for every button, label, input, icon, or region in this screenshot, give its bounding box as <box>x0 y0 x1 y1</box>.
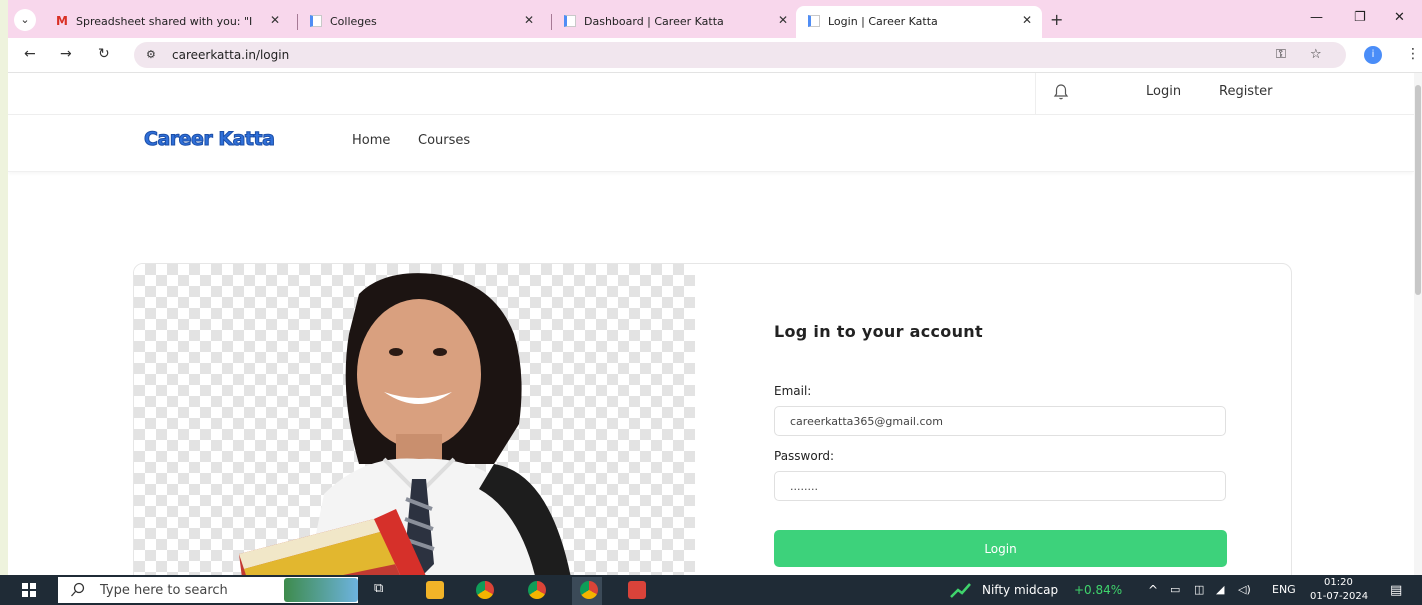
url-text: careerkatta.in/login <box>172 48 290 62</box>
nav-courses-link[interactable]: Courses <box>418 133 470 148</box>
email-field[interactable] <box>774 406 1226 436</box>
key-icon[interactable]: ⚿ <box>1276 47 1286 62</box>
tab-title: Spreadsheet shared with you: "I <box>76 15 252 28</box>
site-settings-icon[interactable]: ⚙ <box>146 48 156 61</box>
chevron-up-icon[interactable]: ^ <box>1148 583 1158 597</box>
back-icon[interactable]: ← <box>24 46 36 62</box>
bookmark-star-icon[interactable]: ☆ <box>1310 47 1322 62</box>
scrollbar-thumb[interactable] <box>1415 85 1421 295</box>
ticker-name[interactable]: Nifty midcap <box>982 583 1058 597</box>
tab-title: Login | Career Katta <box>828 15 938 28</box>
top-register-link[interactable]: Register <box>1219 84 1273 99</box>
device-icon[interactable]: ◫ <box>1194 583 1204 596</box>
tab-title: Dashboard | Career Katta <box>584 15 724 28</box>
page-icon <box>564 15 576 27</box>
chrome-icon[interactable] <box>580 581 598 599</box>
task-view-icon[interactable]: ⧉ <box>374 581 392 599</box>
search-icon <box>71 582 85 597</box>
tab-login[interactable]: Login | Career Katta ✕ <box>796 6 1042 38</box>
windows-start-icon[interactable] <box>22 583 36 597</box>
tab-dashboard[interactable]: Dashboard | Career Katta ✕ <box>552 6 798 38</box>
page-icon <box>310 15 322 27</box>
tab-close-icon[interactable]: ✕ <box>524 13 534 27</box>
restore-icon[interactable]: ❐ <box>1354 10 1366 25</box>
clock-time[interactable]: 01:20 <box>1324 577 1353 588</box>
bell-icon[interactable] <box>1053 83 1069 101</box>
browser-window: ⌄ M Spreadsheet shared with you: "I ✕ Co… <box>8 0 1422 575</box>
tab-colleges[interactable]: Colleges ✕ <box>298 6 544 38</box>
language-indicator[interactable]: ENG <box>1272 583 1296 596</box>
profile-avatar[interactable]: i <box>1364 46 1382 64</box>
reload-icon[interactable]: ↻ <box>98 46 110 62</box>
student-illustration <box>239 273 571 575</box>
volume-icon[interactable]: ◁) <box>1238 583 1251 596</box>
minimize-icon[interactable]: — <box>1310 10 1323 25</box>
address-bar[interactable]: ⚙ careerkatta.in/login ⚿ ☆ <box>134 42 1346 68</box>
windows-taskbar: Type here to search ⧉ Nifty midcap +0.84… <box>0 575 1422 605</box>
network-icon[interactable]: ◢ <box>1216 583 1224 596</box>
tab-spreadsheet[interactable]: M Spreadsheet shared with you: "I ✕ <box>44 6 290 38</box>
student-photo <box>134 264 695 575</box>
ticker-change: +0.84% <box>1074 583 1123 597</box>
password-field[interactable] <box>774 471 1226 501</box>
gmail-icon: M <box>56 14 68 28</box>
top-login-link[interactable]: Login <box>1146 84 1181 99</box>
notification-icon[interactable]: ▤ <box>1390 583 1402 598</box>
weather-widget-icon[interactable] <box>284 578 358 602</box>
page-icon <box>808 15 820 27</box>
tab-close-icon[interactable]: ✕ <box>1022 13 1032 27</box>
search-placeholder: Type here to search <box>100 583 228 598</box>
form-title: Log in to your account <box>774 322 983 341</box>
powerpoint-icon[interactable] <box>628 581 646 599</box>
tab-close-icon[interactable]: ✕ <box>270 13 280 27</box>
browser-toolbar: ← → ↻ ⚙ careerkatta.in/login ⚿ ☆ i ⋮ <box>8 38 1422 73</box>
tab-search-icon[interactable]: ⌄ <box>14 9 36 31</box>
trend-up-icon <box>950 583 971 598</box>
tab-strip: ⌄ M Spreadsheet shared with you: "I ✕ Co… <box>8 0 1422 38</box>
divider <box>1035 73 1036 114</box>
chrome-icon[interactable] <box>528 581 546 599</box>
tab-title: Colleges <box>330 15 377 28</box>
login-card: Log in to your account Email: Password: … <box>133 263 1292 575</box>
clock-date[interactable]: 01-07-2024 <box>1310 591 1368 602</box>
file-explorer-icon[interactable] <box>426 581 444 599</box>
forward-icon[interactable]: → <box>60 46 72 62</box>
email-label: Email: <box>774 384 812 398</box>
menu-kebab-icon[interactable]: ⋮ <box>1406 46 1420 62</box>
site-navbar: Career Katta Home Courses <box>8 115 1414 172</box>
password-label: Password: <box>774 449 835 463</box>
page-scrollbar[interactable] <box>1414 73 1422 575</box>
chrome-icon[interactable] <box>476 581 494 599</box>
nav-home-link[interactable]: Home <box>352 133 390 148</box>
new-tab-button[interactable]: + <box>1050 10 1063 29</box>
site-top-bar: Login Register <box>8 73 1414 115</box>
tab-close-icon[interactable]: ✕ <box>778 13 788 27</box>
career-katta-logo[interactable]: Career Katta <box>143 128 275 151</box>
close-window-icon[interactable]: ✕ <box>1394 10 1405 25</box>
battery-icon[interactable]: ▭ <box>1170 583 1180 596</box>
login-button[interactable]: Login <box>774 530 1227 567</box>
